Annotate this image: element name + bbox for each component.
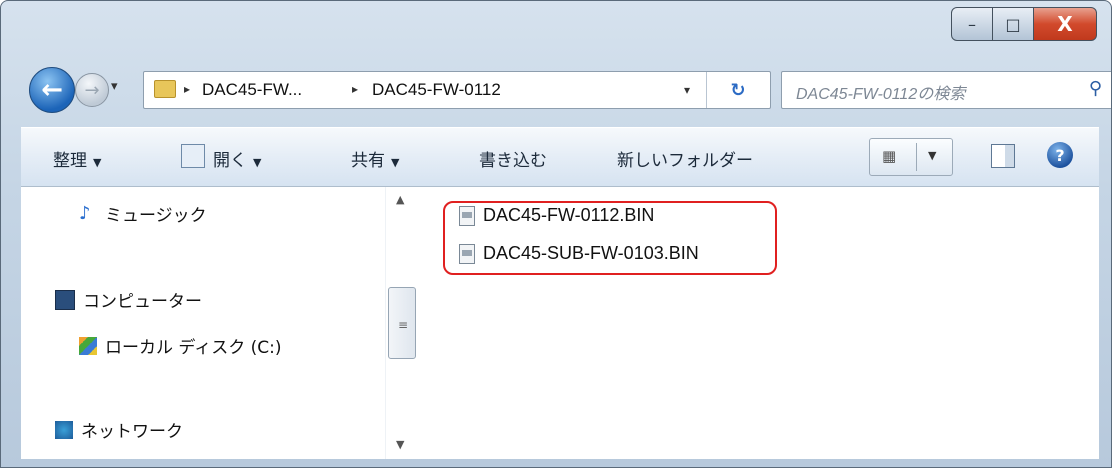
organize-menu[interactable]: 整理 ▼ xyxy=(53,146,101,171)
search-placeholder: DAC45-FW-0112の検索 xyxy=(796,86,966,103)
file-item[interactable]: DAC45-FW-0112.BIN xyxy=(459,205,654,226)
scroll-thumb[interactable]: ≡ xyxy=(388,287,416,359)
burn-button[interactable]: 書き込む xyxy=(479,146,547,171)
close-button[interactable]: X xyxy=(1034,7,1097,41)
divider xyxy=(916,143,917,171)
open-icon xyxy=(181,144,205,168)
new-folder-button[interactable]: 新しいフォルダー xyxy=(617,146,753,171)
explorer-window: – □ X ← → ▾ ▸ DAC45-FW... ▸ DAC45-FW-011… xyxy=(0,0,1112,468)
refresh-button[interactable]: ↻ xyxy=(706,72,769,108)
disk-icon xyxy=(79,336,97,355)
refresh-icon: ↻ xyxy=(730,79,746,101)
command-bar: 整理 ▼ 開く ▼ 共有 ▼ 書き込む 新しいフォルダー ▦ ▼ ? xyxy=(21,127,1099,187)
maximize-button[interactable]: □ xyxy=(993,7,1034,41)
view-grid-icon: ▦ xyxy=(882,147,897,165)
computer-icon xyxy=(55,289,75,310)
caption-buttons: – □ X xyxy=(951,7,1097,41)
sidebar-item-network[interactable]: ネットワーク xyxy=(55,417,183,442)
breadcrumb-item[interactable]: DAC45-FW... xyxy=(202,80,302,100)
open-menu[interactable]: 開く ▼ xyxy=(213,146,261,171)
organize-label: 整理 xyxy=(53,151,87,171)
sidebar-item-label: ミュージック xyxy=(105,206,207,226)
sidebar-item-local-disk[interactable]: ローカル ディスク (C:) xyxy=(79,333,281,358)
sidebar-item-computer[interactable]: コンピューター xyxy=(55,287,202,312)
breadcrumb-item[interactable]: DAC45-FW-0112 xyxy=(372,80,501,100)
minimize-icon: – xyxy=(968,14,976,34)
dropdown-icon: ▼ xyxy=(93,156,102,169)
navigation-scrollbar[interactable]: ▲ ≡ ▼ xyxy=(385,187,418,459)
open-label: 開く xyxy=(213,151,247,171)
navigation-pane: ♪ ミュージック コンピューター ローカル ディスク (C:) ネットワーク ▲… xyxy=(21,187,418,459)
file-item[interactable]: DAC45-SUB-FW-0103.BIN xyxy=(459,243,699,264)
close-icon: X xyxy=(1057,12,1073,36)
file-name: DAC45-FW-0112.BIN xyxy=(483,205,655,225)
file-icon xyxy=(459,205,475,226)
share-menu[interactable]: 共有 ▼ xyxy=(351,146,399,171)
sidebar-item-label: ネットワーク xyxy=(81,422,183,442)
breadcrumb-separator[interactable]: ▸ xyxy=(352,82,358,96)
dropdown-icon: ▼ xyxy=(253,156,262,169)
search-icon[interactable]: ⚲ xyxy=(1089,78,1102,99)
search-box[interactable]: DAC45-FW-0112の検索 ⚲ xyxy=(781,71,1111,109)
recent-pages-dropdown[interactable]: ▾ xyxy=(111,79,118,94)
network-icon xyxy=(55,420,73,439)
grip-icon: ≡ xyxy=(398,318,409,332)
sidebar-item-music[interactable]: ♪ ミュージック xyxy=(79,201,207,226)
breadcrumb-separator[interactable]: ▸ xyxy=(184,82,190,96)
sidebar-item-label: コンピューター xyxy=(83,292,202,312)
sidebar-item-label: ローカル ディスク (C:) xyxy=(105,338,282,358)
content-area: ♪ ミュージック コンピューター ローカル ディスク (C:) ネットワーク ▲… xyxy=(21,187,1099,459)
forward-arrow-icon: → xyxy=(84,79,100,101)
file-name: DAC45-SUB-FW-0103.BIN xyxy=(483,243,699,263)
share-label: 共有 xyxy=(351,151,385,171)
view-options-button[interactable]: ▦ ▼ xyxy=(869,138,953,176)
music-icon: ♪ xyxy=(79,202,91,224)
back-button[interactable]: ← xyxy=(29,67,75,113)
address-history-dropdown[interactable]: ▾ xyxy=(684,83,690,97)
scroll-down-icon[interactable]: ▼ xyxy=(396,438,404,451)
help-icon[interactable]: ? xyxy=(1047,142,1073,168)
back-arrow-icon: ← xyxy=(41,75,63,105)
scroll-up-icon[interactable]: ▲ xyxy=(396,193,404,206)
forward-button[interactable]: → xyxy=(75,73,109,107)
address-bar[interactable]: ▸ DAC45-FW... ▸ DAC45-FW-0112 ▾ ↻ xyxy=(143,71,771,109)
preview-pane-icon[interactable] xyxy=(991,144,1015,168)
navigation-bar: ← → ▾ ▸ DAC45-FW... ▸ DAC45-FW-0112 ▾ ↻ … xyxy=(29,67,1111,113)
minimize-button[interactable]: – xyxy=(951,7,993,41)
file-icon xyxy=(459,243,475,264)
maximize-icon: □ xyxy=(1005,14,1021,34)
dropdown-icon: ▼ xyxy=(928,149,937,162)
folder-icon xyxy=(154,80,176,98)
dropdown-icon: ▼ xyxy=(391,156,400,169)
